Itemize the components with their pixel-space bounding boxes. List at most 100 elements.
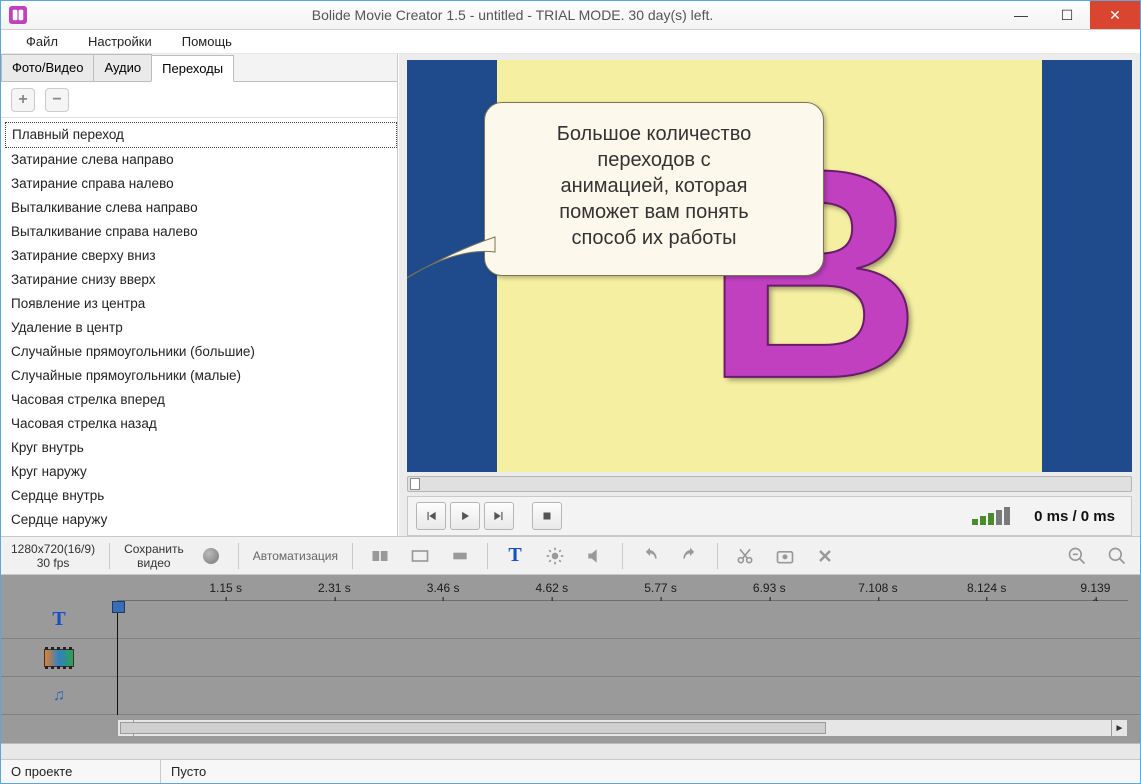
transition-list[interactable]: Плавный переходЗатирание слева направоЗа… bbox=[1, 118, 397, 536]
callout-line-2: переходов с bbox=[505, 147, 803, 173]
remove-button[interactable]: − bbox=[45, 88, 69, 112]
timeline-ruler[interactable]: 1.15 s2.31 s3.46 s4.62 s5.77 s6.93 s7.10… bbox=[117, 575, 1128, 601]
titlebar: Bolide Movie Creator 1.5 - untitled - TR… bbox=[1, 1, 1140, 30]
transition-item[interactable]: Выталкивание слева направо bbox=[5, 196, 397, 220]
transition-item[interactable]: Часовая стрелка назад bbox=[5, 412, 397, 436]
zoom-in-button[interactable] bbox=[1104, 543, 1130, 569]
timeline: 1.15 s2.31 s3.46 s4.62 s5.77 s6.93 s7.10… bbox=[1, 575, 1140, 759]
ruler-tick: 2.31 s bbox=[318, 581, 351, 595]
ruler-tick: 3.46 s bbox=[427, 581, 460, 595]
text-tool-button[interactable]: T bbox=[502, 543, 528, 569]
maximize-button[interactable]: ☐ bbox=[1044, 1, 1090, 29]
preview-viewport: B Большое количество переходов с анимаци… bbox=[407, 60, 1132, 472]
add-button[interactable]: + bbox=[11, 88, 35, 112]
transition-item[interactable]: Круг внутрь bbox=[5, 436, 397, 460]
transition-item[interactable]: Часовая стрелка вперед bbox=[5, 388, 397, 412]
tab-audio[interactable]: Аудио bbox=[93, 54, 152, 81]
cut-button[interactable] bbox=[732, 543, 758, 569]
prev-button[interactable] bbox=[416, 502, 446, 530]
audio-track-lane[interactable] bbox=[117, 677, 1140, 714]
transition-item[interactable]: Случайные прямоугольники (большие) bbox=[5, 340, 397, 364]
timeline-tracks: T ♫ bbox=[1, 601, 1140, 715]
text-track[interactable]: T bbox=[1, 601, 1140, 639]
volume-indicator[interactable] bbox=[972, 507, 1010, 525]
time-readout: 0 ms / 0 ms bbox=[1034, 508, 1115, 525]
redo-button[interactable] bbox=[677, 543, 703, 569]
play-button[interactable] bbox=[450, 502, 480, 530]
playback-scrubber[interactable] bbox=[407, 476, 1132, 492]
ruler-tick: 5.77 s bbox=[644, 581, 677, 595]
menubar: Файл Настройки Помощь bbox=[1, 30, 1140, 54]
resolution-label: 1280x720(16/9) bbox=[11, 542, 95, 556]
undo-button[interactable] bbox=[637, 543, 663, 569]
app-window: Bolide Movie Creator 1.5 - untitled - TR… bbox=[0, 0, 1141, 784]
transition-item[interactable]: Затирание сверху вниз bbox=[5, 244, 397, 268]
mute-button[interactable] bbox=[582, 543, 608, 569]
text-track-label: T bbox=[1, 601, 117, 638]
tab-photo-video[interactable]: Фото/Видео bbox=[1, 54, 94, 81]
scroll-right-arrow[interactable]: ► bbox=[1111, 720, 1127, 736]
ruler-tick: 4.62 s bbox=[535, 581, 568, 595]
transition-item[interactable]: Случайные прямоугольники (малые) bbox=[5, 364, 397, 388]
left-tabs: Фото/Видео Аудио Переходы bbox=[1, 54, 397, 82]
video-track[interactable] bbox=[1, 639, 1140, 677]
timeline-hscrollbar[interactable]: ◄ ► bbox=[117, 719, 1128, 737]
automation-button[interactable]: Автоматизация bbox=[253, 549, 338, 563]
window-title: Bolide Movie Creator 1.5 - untitled - TR… bbox=[27, 7, 998, 23]
save-video-button[interactable]: Сохранить видео bbox=[124, 542, 184, 570]
minimize-button[interactable]: — bbox=[998, 1, 1044, 29]
transition-item[interactable]: Появление из центра bbox=[5, 292, 397, 316]
preview-panel: B Большое количество переходов с анимаци… bbox=[398, 54, 1140, 536]
brightness-button[interactable] bbox=[542, 543, 568, 569]
transition-item[interactable]: Затирание снизу вверх bbox=[5, 268, 397, 292]
transition-list-wrap: Плавный переходЗатирание слева направоЗа… bbox=[1, 118, 397, 536]
tutorial-callout: Большое количество переходов с анимацией… bbox=[484, 102, 824, 276]
snapshot-button[interactable] bbox=[772, 543, 798, 569]
next-button[interactable] bbox=[484, 502, 514, 530]
film-icon bbox=[44, 649, 74, 667]
music-note-icon: ♫ bbox=[53, 687, 65, 705]
playhead[interactable] bbox=[117, 601, 118, 715]
transition-item[interactable]: Плавный переход bbox=[5, 122, 397, 148]
audio-track[interactable]: ♫ bbox=[1, 677, 1140, 715]
scrubber-thumb[interactable] bbox=[410, 478, 420, 490]
callout-line-1: Большое количество bbox=[505, 121, 803, 147]
text-track-lane[interactable] bbox=[117, 601, 1140, 638]
menu-file[interactable]: Файл bbox=[26, 34, 58, 49]
close-button[interactable]: ✕ bbox=[1090, 1, 1140, 29]
ruler-tick: 7.108 s bbox=[858, 581, 897, 595]
preview-blue-right bbox=[1042, 60, 1132, 472]
aspect-tool-button[interactable] bbox=[407, 543, 433, 569]
callout-line-4: поможет вам понять bbox=[505, 199, 803, 225]
timeline-toolbar: 1280x720(16/9) 30 fps Сохранить видео Ав… bbox=[1, 536, 1140, 575]
statusbar: О проекте Пусто bbox=[1, 759, 1140, 783]
project-info: 1280x720(16/9) 30 fps bbox=[11, 542, 95, 570]
video-track-lane[interactable] bbox=[117, 639, 1140, 676]
stop-button[interactable] bbox=[532, 502, 562, 530]
transition-item[interactable]: Сердце внутрь bbox=[5, 484, 397, 508]
left-panel: Фото/Видео Аудио Переходы + − Плавный пе… bbox=[1, 54, 398, 536]
transition-item[interactable]: Затирание справа налево bbox=[5, 172, 397, 196]
menu-help[interactable]: Помощь bbox=[182, 34, 232, 49]
ruler-tick: 8.124 s bbox=[967, 581, 1006, 595]
window-controls: — ☐ ✕ bbox=[998, 1, 1140, 29]
transition-item[interactable]: Выталкивание справа налево bbox=[5, 220, 397, 244]
transition-item[interactable]: Удаление в центр bbox=[5, 316, 397, 340]
transition-tool-button[interactable] bbox=[367, 543, 393, 569]
transition-item[interactable]: Круг наружу bbox=[5, 460, 397, 484]
transition-item[interactable]: Сердце наружу bbox=[5, 508, 397, 532]
status-about[interactable]: О проекте bbox=[1, 760, 161, 783]
video-track-label bbox=[1, 639, 117, 676]
status-empty: Пусто bbox=[161, 760, 1140, 783]
text-track-icon: T bbox=[52, 608, 65, 631]
menu-settings[interactable]: Настройки bbox=[88, 34, 152, 49]
transition-item[interactable]: Затирание слева направо bbox=[5, 148, 397, 172]
scroll-thumb[interactable] bbox=[120, 722, 826, 734]
ruler-tick: 6.93 s bbox=[753, 581, 786, 595]
app-icon bbox=[9, 6, 27, 24]
zoom-out-button[interactable] bbox=[1064, 543, 1090, 569]
tab-transitions[interactable]: Переходы bbox=[151, 55, 234, 82]
record-button[interactable] bbox=[198, 543, 224, 569]
clip-tool-button[interactable] bbox=[447, 543, 473, 569]
delete-button[interactable] bbox=[812, 543, 838, 569]
